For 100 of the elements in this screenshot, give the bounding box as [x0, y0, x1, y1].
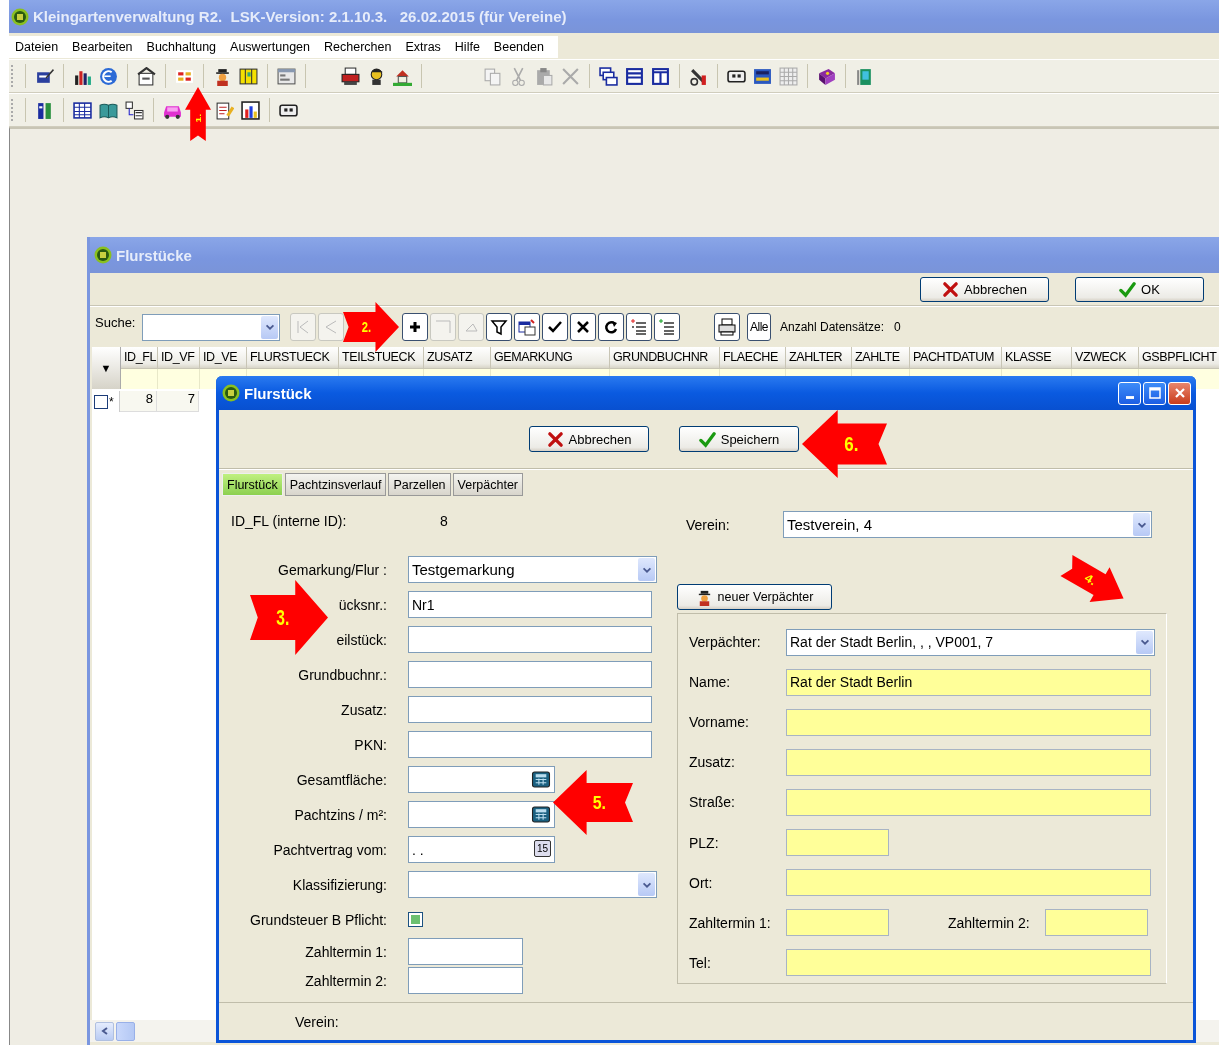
tab[interactable]: Flurstück — [222, 473, 283, 496]
column-header[interactable]: ZAHLTER — [786, 347, 852, 369]
map-icon[interactable] — [239, 66, 258, 86]
filter-cell[interactable] — [121, 369, 158, 389]
text-field[interactable] — [786, 869, 1151, 897]
print-button[interactable] — [714, 313, 740, 341]
minimize-button[interactable] — [1118, 381, 1141, 405]
text-field[interactable] — [408, 661, 652, 688]
text-field[interactable] — [1045, 909, 1148, 937]
menu-item[interactable]: Recherchen — [318, 40, 400, 54]
toolbar-button[interactable] — [514, 313, 540, 341]
scroll-left-button[interactable] — [95, 1021, 114, 1041]
xml-file-icon[interactable] — [753, 66, 772, 86]
tile-vertical-icon[interactable] — [651, 66, 670, 86]
euro-coin-icon[interactable] — [99, 66, 118, 86]
text-field[interactable] — [786, 748, 1151, 776]
column-header[interactable]: FLURSTUECK — [247, 347, 339, 369]
tree-list-icon[interactable] — [125, 100, 144, 120]
toolbar-button[interactable] — [626, 313, 652, 341]
help-book-icon[interactable] — [817, 66, 836, 86]
text-field[interactable] — [408, 938, 523, 965]
column-header[interactable]: TEILSTUECK — [339, 347, 424, 369]
window-icon[interactable] — [277, 66, 296, 86]
checkbox[interactable] — [408, 912, 423, 927]
scroll-thumb[interactable] — [116, 1021, 135, 1041]
text-field[interactable] — [786, 909, 889, 937]
menu-item[interactable]: Bearbeiten — [66, 40, 141, 54]
cancel-button[interactable]: Abbrechen — [529, 426, 649, 452]
column-header[interactable]: ID_FL — [121, 347, 158, 369]
calculator-icon[interactable] — [531, 771, 551, 788]
text-field[interactable]: Nr1 — [408, 591, 652, 618]
column-header[interactable]: GRUNDBUCHNR — [610, 347, 720, 369]
text-field[interactable] — [786, 789, 1151, 816]
tools-icon[interactable] — [689, 66, 708, 86]
dropdown[interactable] — [408, 871, 657, 898]
dropdown[interactable]: Testverein, 4 — [783, 511, 1152, 538]
column-header[interactable]: PACHTDATUM — [910, 347, 1002, 369]
toolbar-button[interactable] — [570, 313, 596, 341]
document-pen-icon[interactable] — [215, 100, 234, 120]
text-field[interactable]: Rat der Stadt Berlin — [786, 668, 1151, 696]
person-icon[interactable] — [213, 66, 232, 86]
calculator-icon[interactable] — [531, 806, 551, 823]
cascade-windows-icon[interactable] — [599, 66, 618, 86]
menu-item[interactable]: Beenden — [487, 40, 552, 54]
column-header[interactable]: VZWECK — [1072, 347, 1139, 369]
row-checkbox[interactable] — [94, 394, 108, 409]
text-field[interactable] — [408, 626, 652, 653]
column-header[interactable]: ID_VE — [200, 347, 247, 369]
text-field[interactable] — [408, 967, 523, 994]
toolbar-button[interactable] — [486, 313, 512, 341]
text-field[interactable] — [408, 696, 652, 723]
menu-item[interactable]: Buchhaltung — [140, 40, 225, 54]
dropdown[interactable]: Testgemarkung — [408, 556, 657, 583]
text-field[interactable] — [408, 801, 555, 828]
house-form-icon[interactable] — [137, 66, 156, 86]
filter-cell[interactable] — [158, 369, 200, 389]
printer-icon[interactable] — [341, 66, 360, 86]
toolbar-button[interactable] — [402, 313, 428, 341]
menu-item[interactable]: Dateien — [9, 40, 67, 54]
ok-button[interactable]: Speichern — [679, 426, 799, 452]
menu-item[interactable]: Extras — [399, 40, 449, 54]
toolbar-button[interactable] — [542, 313, 568, 341]
callout-arrow: 3. — [250, 580, 328, 655]
text-field[interactable] — [408, 766, 555, 793]
clipboard-icon[interactable] — [535, 66, 554, 86]
toolbar-button[interactable] — [654, 313, 680, 341]
text-field[interactable] — [408, 731, 652, 758]
table-icon[interactable] — [73, 100, 92, 120]
tab[interactable]: Pachtzinsverlauf — [284, 473, 387, 496]
menu-item[interactable]: Auswertungen — [224, 40, 318, 54]
date-field[interactable]: . . 15 — [408, 836, 555, 863]
menu-item[interactable]: Hilfe — [448, 40, 488, 54]
column-header[interactable]: ID_VF — [158, 347, 200, 369]
tile-horizontal-icon[interactable] — [625, 66, 644, 86]
all-button[interactable]: Alle — [747, 313, 771, 341]
column-header[interactable]: ZUSATZ — [424, 347, 491, 369]
search-dropdown[interactable] — [142, 313, 280, 341]
cancel-button[interactable]: Abbrechen — [920, 276, 1049, 302]
column-header[interactable]: GSBPFLICHT — [1139, 347, 1219, 369]
close-button[interactable] — [1168, 381, 1191, 405]
tab[interactable]: Verpächter — [452, 473, 523, 496]
new-lessor-button[interactable]: neuer Verpächter — [677, 584, 832, 610]
toolbar-button[interactable] — [598, 313, 624, 341]
chart-frame-icon[interactable] — [241, 100, 260, 120]
sort-arrow[interactable]: ▼ — [100, 362, 112, 374]
dropdown[interactable]: Rat der Stadt Berlin, , , VP001, 7 — [786, 628, 1155, 656]
ok-button[interactable]: OK — [1075, 276, 1204, 302]
text-field[interactable] — [786, 708, 1151, 736]
calendar-button[interactable]: 15 — [533, 840, 551, 857]
door-icon[interactable] — [855, 66, 874, 86]
field-label: Gesamtfläche: — [296, 771, 387, 788]
column-header[interactable]: ZAHLTE — [852, 347, 910, 369]
text-field[interactable] — [786, 949, 1151, 977]
column-header[interactable]: GEMARKUNG — [491, 347, 610, 369]
tab[interactable]: Parzellen — [388, 473, 451, 496]
column-header[interactable]: FLAECHE — [720, 347, 786, 369]
text-field[interactable] — [786, 829, 889, 857]
maximize-button[interactable] — [1143, 381, 1166, 405]
minimize-icon — [1125, 396, 1134, 399]
column-header[interactable]: KLASSE — [1002, 347, 1072, 369]
